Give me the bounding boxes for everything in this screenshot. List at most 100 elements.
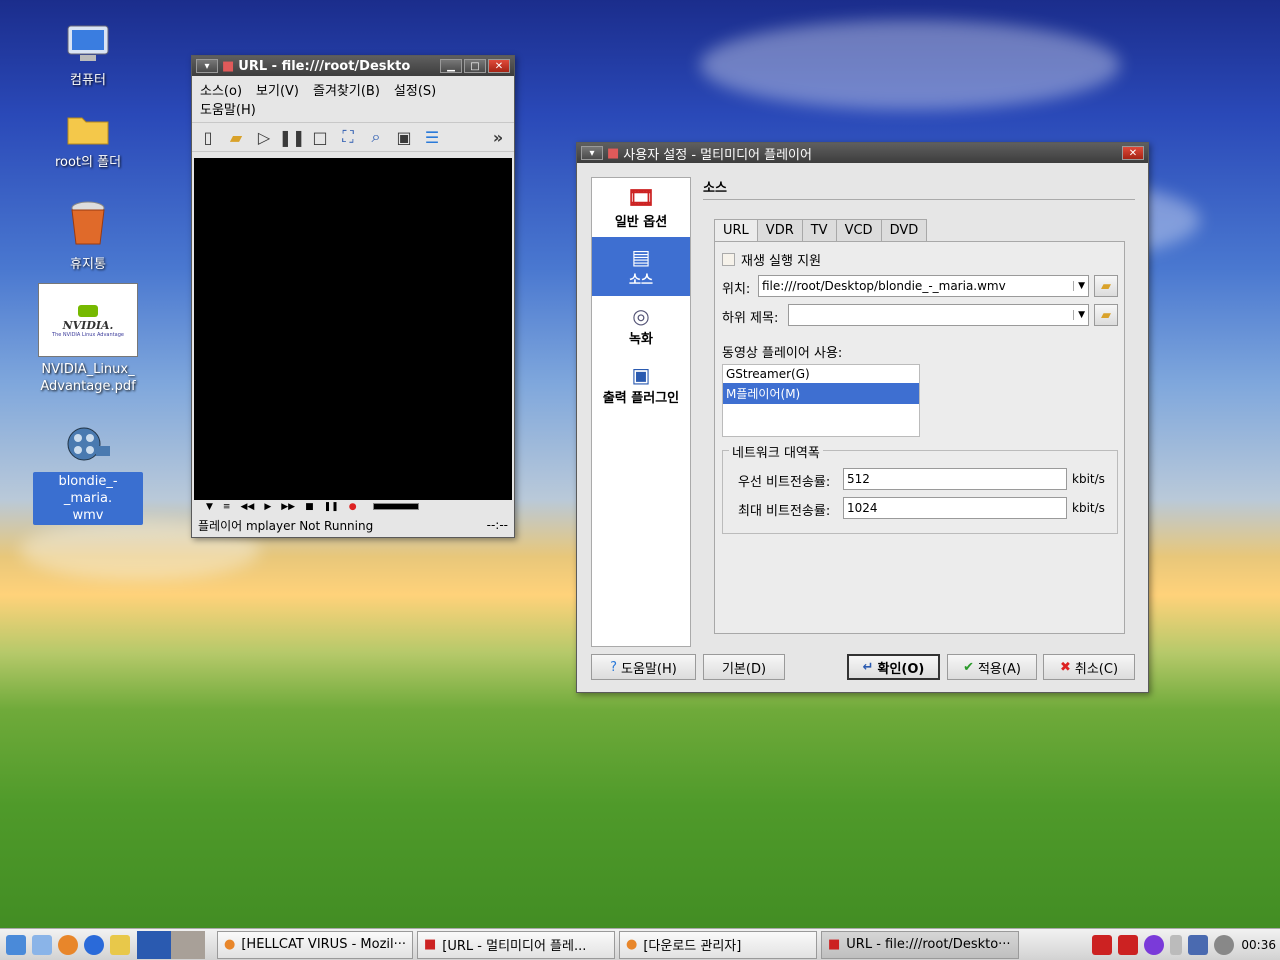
browse-location-button[interactable]: ▰ [1094,275,1118,297]
pause-small-icon[interactable]: ❚❚ [324,502,339,512]
workspace-2-icon[interactable] [171,930,205,959]
volume-icon[interactable] [1214,934,1235,955]
menu-settings[interactable]: 설정(S) [394,80,436,99]
clock[interactable]: 00:36 [1241,938,1276,952]
menu-source[interactable]: 소스(o) [200,80,242,99]
play-small-icon[interactable]: ▶ [264,502,271,512]
firefox-icon[interactable] [58,934,78,955]
player-titlebar[interactable]: ▾ ■ URL - file:///root/Deskto ▁ □ ✕ [192,56,514,76]
folder-icon [67,117,109,145]
task-mozilla[interactable]: ● [HELLCAT VIRUS - Mozil··· [217,930,413,959]
sidebar-item-output-plugins[interactable]: ▣ 출력 플러그인 [592,355,690,414]
help-button-label: 도움말(H) [621,661,677,677]
subtitle-input[interactable]: ▼ [788,304,1089,326]
window-menu-button[interactable]: ▾ [581,146,603,160]
browse-subtitle-button[interactable]: ▰ [1094,304,1118,326]
zoom-icon[interactable]: ⌕ [366,127,386,147]
network-icon[interactable] [1188,934,1209,955]
task-download-manager[interactable]: ● [다운로드 관리자] [619,930,817,959]
menu-toggle-icon[interactable]: ▼ [206,502,213,512]
update-icon[interactable] [1144,934,1165,955]
firefox-icon: ● [626,937,638,952]
toolbar-more-button[interactable]: » [488,127,508,147]
config-icon[interactable]: ≡ [223,502,231,512]
default-button-label: 기본(D) [721,661,767,677]
max-bitrate-input[interactable]: 1024 [843,497,1067,519]
stop-small-icon[interactable]: ■ [305,502,314,512]
text-editor-icon[interactable] [32,934,52,955]
film-reel-icon: ◎ [632,304,650,328]
volume-slider[interactable] [372,503,419,510]
playlist-checkbox[interactable] [722,253,735,266]
maximize-button[interactable]: □ [464,59,486,73]
network-groupbox: 네트워크 대역폭 우선 비트전송률: 512 kbit/s 최대 비트전송률: … [722,442,1118,534]
player-option-gstreamer[interactable]: GStreamer(G) [723,365,919,383]
fullscreen-icon[interactable]: ⛶ [338,127,358,147]
tab-url[interactable]: URL [714,219,758,241]
location-input[interactable]: file:///root/Desktop/blondie_-_maria.wmv… [758,275,1089,297]
app-icon: ■ [424,937,437,952]
pref-bitrate-label: 우선 비트전송률: [738,475,831,490]
play-icon[interactable]: ▷ [254,127,274,147]
workspace-1-icon[interactable] [137,930,171,959]
record-icon[interactable]: ● [349,502,357,512]
desktop-icon-home-folder[interactable]: root의 폴더 [33,110,143,171]
close-button[interactable]: ✕ [488,59,510,73]
task-media-player-prefs[interactable]: ■ [URL - 멀티미디어 플레... [417,930,615,959]
desktop-icon-nvidia-pdf[interactable]: NVIDIA. The NVIDIA Linux Advantage NVIDI… [33,283,143,395]
console-icon[interactable]: ▣ [394,127,414,147]
subtitle-label: 하위 제목: [722,311,779,326]
playlist-option[interactable]: 재생 실행 지원 [722,250,821,269]
ok-button[interactable]: ↵ 확인(O) [847,654,940,680]
video-area[interactable] [194,158,512,500]
sidebar-item-label: 출력 플러그인 [602,391,680,406]
help-icon: ? [610,659,618,675]
stop-icon[interactable]: □ [310,127,330,147]
chevron-down-icon[interactable]: ▼ [1073,281,1085,291]
tab-vcd[interactable]: VCD [835,219,882,241]
firefox-icon: ● [224,937,236,952]
menu-view[interactable]: 보기(V) [256,80,299,99]
menu-bookmarks[interactable]: 즐겨찾기(B) [313,80,380,99]
film-reel-icon [67,427,110,461]
dialog-titlebar[interactable]: ▾ ■ 사용자 설정 - 멀티미디어 플레이어 ✕ [577,143,1148,163]
system-tray: 00:36 [1089,934,1280,955]
tab-tv[interactable]: TV [801,219,837,241]
pref-bitrate-input[interactable]: 512 [843,468,1067,490]
player-option-mplayer[interactable]: M플레이어(M) [723,383,919,404]
apply-button-label: 적용(A) [977,661,1021,677]
apply-button[interactable]: ✔ 적용(A) [947,654,1037,680]
keyboard-icon[interactable] [1170,934,1183,955]
rewind-icon[interactable]: ◀◀ [240,502,254,512]
tab-vdr[interactable]: VDR [756,219,803,241]
desktop-icon-label: 컴퓨터 [70,73,106,88]
start-menu-icon[interactable] [6,934,26,955]
default-button[interactable]: 기본(D) [703,654,785,680]
sidebar-item-source[interactable]: ▤ 소스 [592,237,690,296]
desktop-icon-trash[interactable]: 휴지통 [33,200,143,273]
open-folder-icon[interactable]: ▰ [226,127,246,147]
forward-icon[interactable]: ▶▶ [281,502,295,512]
minimize-button[interactable]: ▁ [440,59,462,73]
chevron-down-icon[interactable]: ▼ [1073,310,1085,320]
trash-icon [71,201,105,245]
task-player-window[interactable]: ■ URL - file:///root/Deskto··· [821,930,1019,959]
sidebar-item-recording[interactable]: ◎ 녹화 [592,296,690,355]
close-button[interactable]: ✕ [1122,146,1144,160]
playlist-icon[interactable]: ☰ [422,127,442,147]
sidebar-item-label: 일반 옵션 [614,214,668,230]
thunderbird-icon[interactable] [84,934,104,955]
cancel-button[interactable]: ✖ 취소(C) [1043,654,1135,680]
new-file-icon[interactable]: ▯ [198,127,218,147]
menu-help[interactable]: 도움말(H) [200,99,256,118]
pause-icon[interactable]: ❚❚ [279,127,306,147]
window-menu-button[interactable]: ▾ [196,59,218,73]
sidebar-item-general[interactable]: 🎞 일반 옵션 [592,178,690,237]
tab-dvd[interactable]: DVD [880,219,928,241]
player-tray-icon[interactable] [1118,934,1139,955]
desktop-icon-computer[interactable]: 컴퓨터 [33,24,143,89]
player-tray-icon[interactable] [1092,934,1113,955]
file-search-icon[interactable] [110,934,130,955]
help-button[interactable]: ? 도움말(H) [591,654,696,680]
desktop-icon-wmv-file[interactable]: blondie_-_maria. wmv [33,424,143,525]
